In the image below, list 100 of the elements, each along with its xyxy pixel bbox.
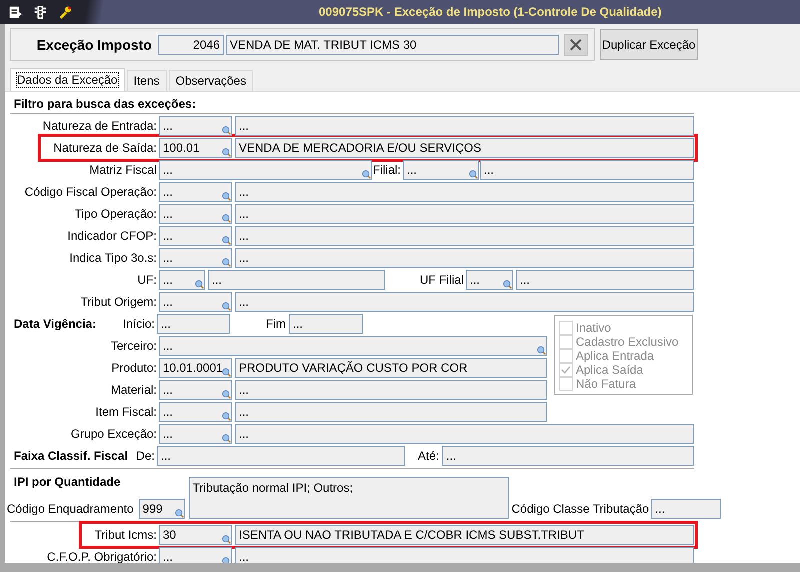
input-field[interactable]: ...: [208, 270, 385, 290]
input-field[interactable]: ...: [466, 270, 513, 290]
input-field[interactable]: ...: [159, 182, 232, 202]
field-label: Código Classe Tributação: [512, 502, 650, 516]
input-field[interactable]: ...: [159, 292, 232, 312]
input-field[interactable]: ...: [235, 424, 694, 444]
wrench-icon[interactable]: [58, 4, 73, 20]
field-label: Grupo Exceção:: [70, 427, 158, 441]
input-field[interactable]: ...: [159, 424, 232, 444]
tab[interactable]: Itens: [126, 70, 167, 91]
input-field[interactable]: ...: [235, 248, 694, 268]
input-field[interactable]: ...: [235, 116, 694, 136]
section-title: Faixa Classif. Fiscal: [13, 449, 128, 463]
field-label: Fim: [266, 317, 287, 331]
input-field[interactable]: ...: [235, 547, 694, 563]
magnifier-icon[interactable]: [222, 302, 231, 311]
input-field[interactable]: ...: [159, 160, 372, 180]
field-label: Filial:: [372, 163, 402, 177]
field-label: Indica Tipo 3o.s:: [68, 251, 158, 265]
magnifier-icon[interactable]: [222, 192, 231, 201]
tab[interactable]: Observações: [168, 70, 254, 91]
input-field[interactable]: ...: [157, 446, 405, 466]
input-field[interactable]: ...: [651, 499, 722, 519]
field-label: UF:: [136, 273, 158, 287]
field-label: Indicador CFOP:: [66, 229, 158, 243]
field-label: Natureza de Saída:: [52, 141, 158, 155]
magnifier-icon[interactable]: [362, 170, 371, 179]
field-label: Tribut Icms:: [94, 528, 158, 542]
magnifier-icon[interactable]: [469, 170, 478, 179]
input-field[interactable]: ...: [159, 547, 232, 563]
field-label: Início:: [122, 317, 156, 331]
magnifier-icon[interactable]: [222, 368, 231, 377]
menu-icon[interactable]: [8, 4, 23, 20]
input-field[interactable]: ...: [235, 292, 694, 312]
input-field[interactable]: 999: [138, 499, 185, 519]
magnifier-icon[interactable]: [503, 280, 512, 289]
input-field[interactable]: ...: [159, 116, 232, 136]
field-label: De:: [136, 449, 156, 463]
magnifier-icon[interactable]: [222, 258, 231, 267]
input-field[interactable]: 10.01.0001: [159, 358, 232, 378]
input-field[interactable]: VENDA DE MERCADORIA E/OU SERVIÇOS: [235, 138, 694, 158]
magnifier-icon[interactable]: [222, 390, 231, 399]
input-field[interactable]: ...: [403, 160, 479, 180]
input-field[interactable]: ...: [235, 182, 694, 202]
clear-button[interactable]: [564, 34, 588, 56]
traffic-light-icon[interactable]: [33, 4, 48, 20]
field-label: Até:: [418, 449, 440, 463]
input-field[interactable]: ...: [159, 248, 232, 268]
field-label: Terceiro:: [110, 339, 158, 353]
check-icon: [560, 364, 572, 376]
close-icon: [570, 38, 582, 50]
field-label: Código Fiscal Operação:: [24, 185, 158, 199]
input-field[interactable]: ISENTA OU NAO TRIBUTADA E C/COBR ICMS SUBST.TRIBUT: [235, 525, 694, 545]
field-label: Tribut Origem:: [80, 295, 158, 309]
duplicate-button[interactable]: Duplicar Exceção: [600, 29, 698, 60]
magnifier-icon[interactable]: [222, 148, 231, 157]
text-area[interactable]: Tributação normal IPI; Outros;: [188, 477, 509, 519]
input-field[interactable]: PRODUTO VARIAÇÃO CUSTO POR COR: [235, 358, 547, 378]
field-label: Código Enquadramento: [7, 502, 135, 516]
tab[interactable]: Dados da Exceção: [10, 68, 125, 91]
magnifier-icon[interactable]: [222, 434, 231, 443]
window-title: 009075SPK - Exceção de Imposto (1-Controle De Qualidade): [319, 5, 662, 19]
section-title: Data Vigência:: [13, 317, 96, 331]
input-field[interactable]: ...: [159, 380, 232, 400]
input-field[interactable]: ...: [289, 314, 363, 334]
input-field[interactable]: ...: [235, 402, 547, 422]
input-field[interactable]: ...: [442, 446, 694, 466]
magnifier-icon[interactable]: [222, 214, 231, 223]
field-label: Tipo Operação:: [74, 207, 158, 221]
magnifier-icon[interactable]: [222, 535, 231, 544]
input-field[interactable]: ...: [480, 160, 694, 180]
field-label: UF Filial: [419, 273, 465, 287]
field-label: Material:: [110, 383, 158, 397]
input-field[interactable]: 100.01: [159, 138, 232, 158]
field-label: Matriz Fiscal: [88, 163, 158, 177]
magnifier-icon[interactable]: [195, 280, 204, 289]
input-field[interactable]: 30: [159, 525, 232, 545]
magnifier-icon[interactable]: [537, 346, 546, 355]
input-field[interactable]: ...: [159, 402, 232, 422]
input-field[interactable]: ...: [159, 226, 232, 246]
input-field[interactable]: ...: [157, 314, 230, 334]
input-field[interactable]: VENDA DE MAT. TRIBUT ICMS 30: [226, 34, 559, 54]
input-field[interactable]: ...: [159, 336, 547, 356]
magnifier-icon[interactable]: [174, 509, 184, 518]
record-label: Exceção Imposto: [36, 36, 153, 52]
field-label: Natureza de Entrada:: [42, 119, 158, 133]
input-field[interactable]: ...: [235, 204, 694, 224]
field-label: Produto:: [110, 361, 158, 375]
input-field[interactable]: 2046: [158, 34, 224, 54]
input-field[interactable]: ...: [159, 204, 232, 224]
magnifier-icon[interactable]: [222, 236, 231, 245]
section-title: IPI por Quantidade: [13, 474, 122, 491]
input-field[interactable]: ...: [159, 270, 205, 290]
magnifier-icon[interactable]: [222, 412, 231, 421]
magnifier-icon[interactable]: [222, 126, 231, 135]
input-field[interactable]: ...: [235, 380, 547, 400]
input-field[interactable]: ...: [235, 226, 694, 246]
field-label: Item Fiscal:: [94, 405, 158, 419]
section-title: Filtro para busca das exceções:: [13, 96, 198, 113]
input-field[interactable]: ...: [516, 270, 694, 290]
